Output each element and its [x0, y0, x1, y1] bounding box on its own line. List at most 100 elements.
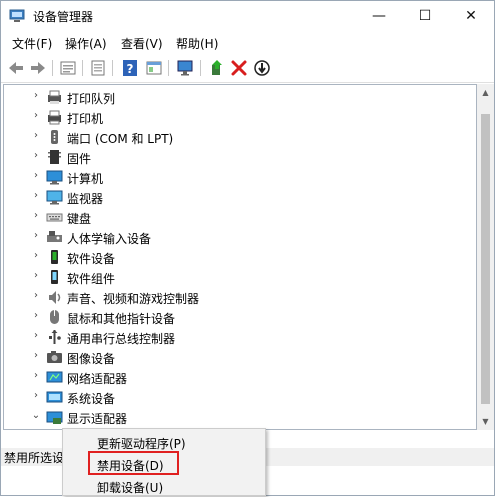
- chevron-right-icon[interactable]: ›: [30, 270, 42, 282]
- tree-item-label: 监视器: [67, 192, 104, 206]
- monitor-scan-icon[interactable]: [176, 59, 194, 77]
- monitor-icon: [46, 190, 63, 205]
- printer-icon: [48, 110, 61, 125]
- help-icon[interactable]: ?: [121, 59, 139, 77]
- mouse-icon: [50, 310, 59, 324]
- tree-item[interactable]: › 鼠标和其他指针设备: [4, 307, 474, 327]
- tree-item-label: 固件: [67, 152, 92, 166]
- close-button[interactable]: ✕: [448, 1, 494, 31]
- tree-item-label: 声音、视频和游戏控制器: [67, 292, 200, 306]
- device-manager-window: 设备管理器 — ☐ ✕ 文件(F) 操作(A) 查看(V) 帮助(H) ? › 打…: [0, 0, 495, 496]
- tree-item[interactable]: › 人体学输入设备: [4, 227, 474, 247]
- scroll-thumb[interactable]: [481, 114, 490, 404]
- system-device-icon: [46, 391, 63, 403]
- tree-item-label: 显示适配器: [67, 412, 128, 426]
- tree-item-label: 图像设备: [67, 352, 116, 366]
- chevron-right-icon[interactable]: ›: [30, 350, 42, 362]
- update-driver-icon[interactable]: [208, 59, 226, 77]
- tree-item-label: 人体学输入设备: [67, 232, 152, 246]
- tree-item[interactable]: › 打印队列: [4, 87, 474, 107]
- tree-item[interactable]: › 键盘: [4, 207, 474, 227]
- chevron-right-icon[interactable]: ›: [30, 290, 42, 302]
- chevron-right-icon[interactable]: ›: [30, 250, 42, 262]
- menu-file[interactable]: 文件(F): [12, 35, 52, 52]
- chevron-right-icon[interactable]: ›: [30, 130, 42, 142]
- title-bar[interactable]: 设备管理器 — ☐ ✕: [1, 1, 494, 31]
- show-hidden-icon[interactable]: [89, 59, 107, 77]
- menu-action[interactable]: 操作(A): [65, 35, 107, 52]
- svg-text:?: ?: [127, 62, 134, 76]
- tree-item[interactable]: › 软件设备: [4, 247, 474, 267]
- context-item-label: 卸载设备(U): [97, 481, 164, 495]
- context-item-update-driver[interactable]: 更新驱动程序(P): [63, 431, 265, 453]
- port-icon: [51, 130, 58, 144]
- forward-icon[interactable]: [29, 59, 47, 77]
- tree-item[interactable]: › 计算机: [4, 167, 474, 187]
- chevron-right-icon[interactable]: ›: [30, 370, 42, 382]
- printer-queue-icon: [48, 90, 61, 104]
- properties-icon[interactable]: [59, 59, 77, 77]
- chevron-right-icon[interactable]: ›: [30, 90, 42, 102]
- disable-icon[interactable]: [253, 59, 271, 77]
- tree-item-label: 计算机: [67, 172, 104, 186]
- tree-item[interactable]: › 声音、视频和游戏控制器: [4, 287, 474, 307]
- tree-item-label: 软件设备: [67, 252, 116, 266]
- chevron-right-icon[interactable]: ›: [30, 390, 42, 402]
- tree-item[interactable]: › 系统设备: [4, 387, 474, 407]
- menu-bar: 文件(F) 操作(A) 查看(V) 帮助(H): [1, 31, 494, 55]
- tree-item-label: 打印机: [67, 112, 104, 126]
- tree-item-label: 网络适配器: [67, 372, 128, 386]
- menu-help[interactable]: 帮助(H): [176, 35, 218, 52]
- keyboard-icon: [46, 213, 63, 222]
- menu-view[interactable]: 查看(V): [121, 35, 163, 52]
- tree-item-label: 鼠标和其他指针设备: [67, 312, 176, 326]
- status-text: 禁用所选设: [4, 451, 65, 465]
- chevron-right-icon[interactable]: ›: [30, 190, 42, 202]
- tree-item-label: 端口 (COM 和 LPT): [67, 132, 174, 146]
- back-icon[interactable]: [7, 59, 25, 77]
- tree-item[interactable]: › 打印机: [4, 107, 474, 127]
- minimize-button[interactable]: —: [356, 1, 402, 31]
- network-icon: [46, 371, 63, 383]
- chevron-right-icon[interactable]: ›: [30, 170, 42, 182]
- maximize-button[interactable]: ☐: [402, 1, 448, 31]
- tree-item-label: 通用串行总线控制器: [67, 332, 176, 346]
- device-manager-icon: [9, 9, 25, 22]
- tree-item[interactable]: › 软件组件: [4, 267, 474, 287]
- chevron-right-icon[interactable]: ›: [30, 230, 42, 242]
- window-title: 设备管理器: [33, 10, 94, 24]
- tree-item[interactable]: › 端口 (COM 和 LPT): [4, 127, 474, 147]
- tree-item-label: 系统设备: [67, 392, 116, 406]
- scroll-up-icon[interactable]: ▲: [477, 84, 494, 101]
- tree-item[interactable]: › 监视器: [4, 187, 474, 207]
- chevron-right-icon[interactable]: ›: [30, 110, 42, 122]
- tree-item-label: 打印队列: [67, 92, 116, 106]
- chevron-right-icon[interactable]: ›: [30, 150, 42, 162]
- chevron-down-icon[interactable]: ⌄: [30, 410, 42, 422]
- tree-item[interactable]: › 通用串行总线控制器: [4, 327, 474, 347]
- hid-icon: [47, 231, 62, 242]
- tree-item[interactable]: › 图像设备: [4, 347, 474, 367]
- highlight-box: [88, 451, 179, 475]
- firmware-icon: [48, 150, 61, 164]
- scroll-down-icon[interactable]: ▼: [477, 413, 494, 430]
- tree-item[interactable]: › 固件: [4, 147, 474, 167]
- chevron-right-icon[interactable]: ›: [30, 330, 42, 342]
- chevron-right-icon[interactable]: ›: [30, 310, 42, 322]
- uninstall-icon[interactable]: [230, 59, 248, 77]
- context-item-label: 更新驱动程序(P): [97, 437, 186, 451]
- usb-icon: [49, 330, 61, 344]
- view-icon[interactable]: [145, 59, 163, 77]
- display-adapter-icon: [46, 411, 63, 424]
- tree-item[interactable]: › 网络适配器: [4, 367, 474, 387]
- tree-item-label: 软件组件: [67, 272, 116, 286]
- software-device-icon: [51, 250, 58, 264]
- tree-item-label: 键盘: [67, 212, 92, 226]
- imaging-icon: [47, 351, 62, 363]
- device-tree[interactable]: › 打印队列 › 打印机 › 端口 (COM 和 LPT) › 固件 › 计算机 › 监视器 › 键盘 › 人…: [3, 84, 477, 430]
- tree-item[interactable]: ⌄ 显示适配器: [4, 407, 474, 427]
- chevron-right-icon[interactable]: ›: [30, 210, 42, 222]
- vertical-scrollbar[interactable]: ▲ ▼: [477, 84, 494, 430]
- context-item-uninstall-device[interactable]: 卸载设备(U): [63, 475, 265, 497]
- sound-icon: [49, 291, 61, 304]
